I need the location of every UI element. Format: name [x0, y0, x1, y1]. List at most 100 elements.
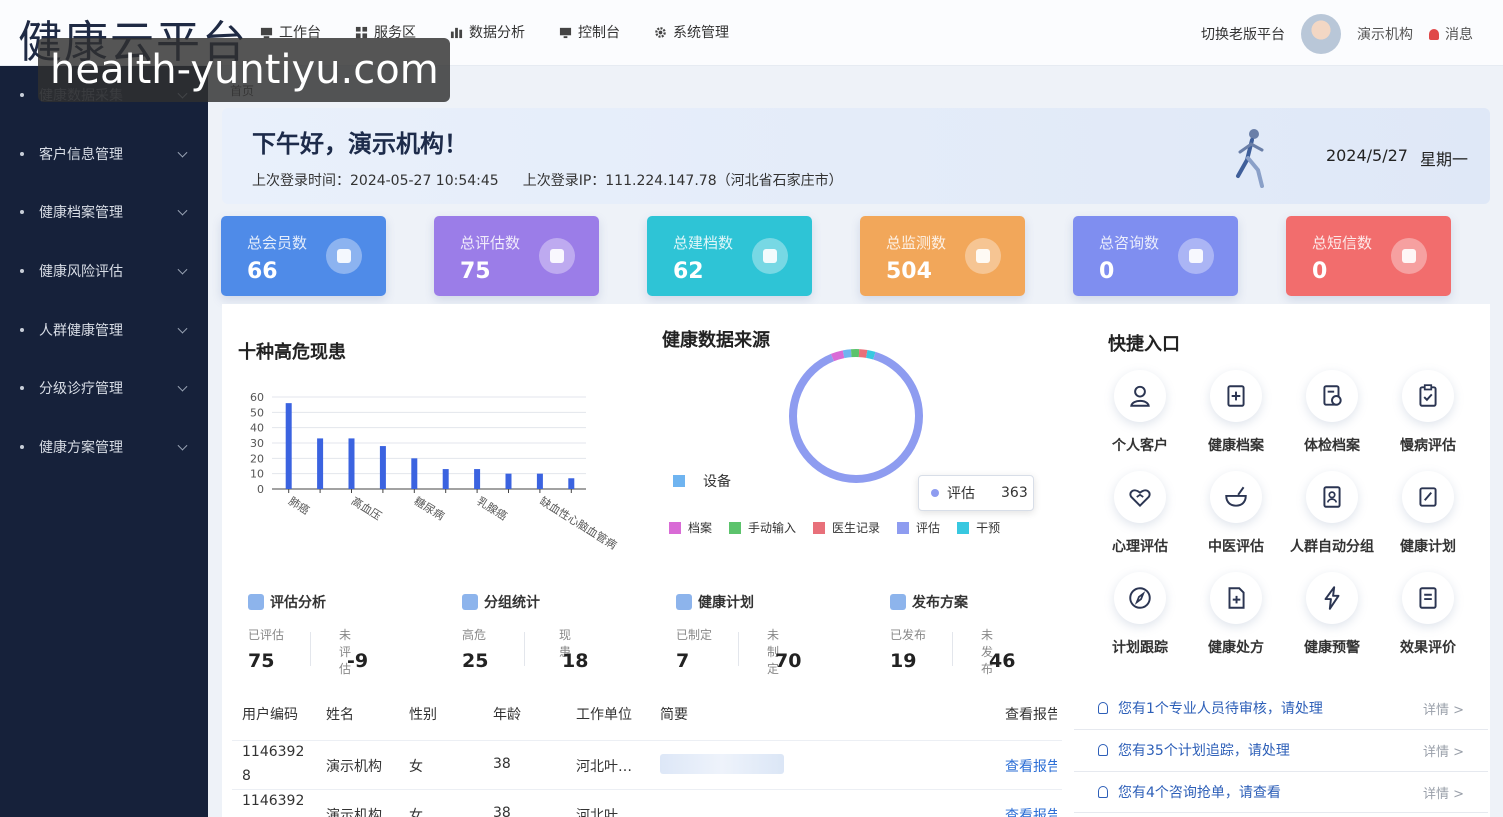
notice-text: 您有4个咨询抢单，请查看 [1118, 785, 1281, 801]
quick-exam-archive[interactable]: 体检档案 [1284, 370, 1380, 455]
stat-title: 健康计划 [676, 592, 754, 612]
bar[interactable] [348, 438, 355, 489]
divider [1074, 771, 1488, 772]
divider [232, 789, 1062, 790]
bar[interactable] [505, 473, 512, 489]
donut-slice[interactable] [780, 340, 932, 492]
chevron-down-icon [177, 323, 188, 334]
quick-psych-assessment[interactable]: 心理评估 [1092, 471, 1188, 556]
quick-personal-customer[interactable]: 个人客户 [1092, 370, 1188, 455]
notice-item[interactable]: 您有35个计划追踪，请处理 详情 > [1098, 737, 1470, 763]
donut-legend-row1: 设备 [673, 471, 731, 491]
legend-swatch[interactable] [957, 521, 970, 534]
quick-health-plan[interactable]: 健康计划 [1380, 471, 1476, 556]
donut-slice[interactable] [780, 340, 932, 492]
y-tick-label: 20 [250, 452, 264, 465]
last-login-time: 上次登录时间：2024-05-27 10:54:45 [252, 173, 499, 189]
date-value: 2024/5/27 [1325, 146, 1408, 165]
notice-item[interactable]: 您有4个咨询抢单，请查看 详情 > [1098, 779, 1470, 805]
legend-swatch[interactable] [897, 521, 910, 534]
donut-chart [780, 340, 932, 492]
card-value: 62 [673, 259, 704, 284]
stat-a-value: 25 [462, 650, 489, 672]
bar[interactable] [317, 438, 324, 489]
nav-console[interactable]: 控制台 [559, 22, 620, 42]
legend-swatch[interactable] [669, 521, 681, 534]
quick-tcm-assessment[interactable]: 中医评估 [1188, 471, 1284, 556]
document-icon [676, 594, 692, 610]
legend-swatch[interactable] [729, 521, 742, 534]
card-total-sms[interactable]: 总短信数 0 [1286, 216, 1451, 296]
sidebar-item-customer[interactable]: 客户信息管理 [0, 125, 208, 184]
legend-swatch[interactable] [813, 521, 826, 534]
quick-plan-tracking[interactable]: 计划跟踪 [1092, 572, 1188, 657]
document-icon [1402, 572, 1454, 624]
stat-a-label: 已制定 [676, 628, 713, 642]
donut-slice[interactable] [780, 340, 932, 492]
stat-title-text: 发布方案 [912, 595, 968, 611]
cell-age: 38 [493, 756, 511, 772]
stat-publish: 发布方案 已发布 19 未发布 46 [890, 592, 1015, 676]
quick-auto-group[interactable]: 人群自动分组 [1284, 471, 1380, 556]
card-total-consultations[interactable]: 总咨询数 0 [1073, 216, 1238, 296]
bar[interactable] [379, 446, 386, 489]
edit-icon [1402, 471, 1454, 523]
card-label: 总建档数 [673, 234, 734, 252]
runner-illustration-icon [1236, 129, 1264, 188]
quick-label: 体检档案 [1304, 438, 1360, 454]
card-label: 总评估数 [460, 234, 521, 252]
tooltip-value: 363 [1001, 485, 1028, 501]
card-total-monitoring[interactable]: 总监测数 504 [860, 216, 1025, 296]
stat-assessment: 评估分析 已评估 75 未评估 -9 [248, 592, 368, 676]
notice-detail-link[interactable]: 详情 > [1423, 699, 1464, 718]
cell-code: 1146392 [242, 744, 305, 760]
chevron-down-icon [177, 206, 188, 217]
bar[interactable] [285, 403, 292, 489]
divider [1074, 812, 1488, 813]
sidebar-item-plan[interactable]: 健康方案管理 [0, 418, 208, 477]
quick-health-alert[interactable]: 健康预警 [1284, 572, 1380, 657]
mortar-icon [1210, 471, 1262, 523]
message-button[interactable]: 消息 [1429, 24, 1473, 44]
view-report-link[interactable]: 查看报告 [1005, 805, 1057, 817]
legend-label: 医生记录 [832, 521, 881, 535]
chevron-down-icon [177, 440, 188, 451]
compass-icon [1114, 572, 1166, 624]
sidebar-item-triage[interactable]: 分级诊疗管理 [0, 359, 208, 418]
notice-item[interactable]: 您有1个专业人员待审核，请处理 详情 > [1098, 695, 1470, 721]
nav-analysis[interactable]: 数据分析 [450, 22, 525, 42]
bar[interactable] [536, 473, 543, 489]
quick-label: 健康档案 [1208, 438, 1264, 454]
view-report-link[interactable]: 查看报告 [1005, 756, 1057, 776]
notice-detail-link[interactable]: 详情 > [1423, 783, 1464, 802]
quick-health-prescription[interactable]: 健康处方 [1188, 572, 1284, 657]
bar[interactable] [474, 469, 481, 489]
card-total-members[interactable]: 总会员数 66 [221, 216, 386, 296]
card-total-assessments[interactable]: 总评估数 75 [434, 216, 599, 296]
nav-label: 控制台 [578, 25, 620, 41]
bullet-icon [20, 444, 24, 449]
notice-detail-link[interactable]: 详情 > [1423, 741, 1464, 760]
bar[interactable] [442, 469, 449, 489]
notice-text: 您有1个专业人员待审核，请处理 [1118, 701, 1323, 717]
card-total-archives[interactable]: 总建档数 62 [647, 216, 812, 296]
quick-effect-evaluation[interactable]: 效果评价 [1380, 572, 1476, 657]
switch-old-platform-link[interactable]: 切换老版平台 [1201, 24, 1285, 44]
quick-health-archive[interactable]: 健康档案 [1188, 370, 1284, 455]
avatar[interactable] [1301, 14, 1341, 54]
quick-chronic-assessment[interactable]: 慢病评估 [1380, 370, 1476, 455]
bar[interactable] [411, 458, 418, 489]
bar[interactable] [568, 478, 575, 489]
nav-system[interactable]: 系统管理 [654, 22, 729, 42]
sidebar-item-population[interactable]: 人群健康管理 [0, 300, 208, 359]
donut-slice[interactable] [780, 340, 932, 492]
user-name[interactable]: 演示机构 [1357, 24, 1413, 44]
donut-slice[interactable] [780, 340, 932, 492]
quick-label: 计划跟踪 [1112, 640, 1168, 656]
bullet-icon [20, 151, 24, 156]
card-value: 504 [886, 259, 932, 284]
sidebar-item-archive[interactable]: 健康档案管理 [0, 183, 208, 242]
sidebar-item-risk[interactable]: 健康风险评估 [0, 242, 208, 301]
donut-slice[interactable] [780, 340, 932, 492]
bell-icon [1098, 786, 1108, 798]
